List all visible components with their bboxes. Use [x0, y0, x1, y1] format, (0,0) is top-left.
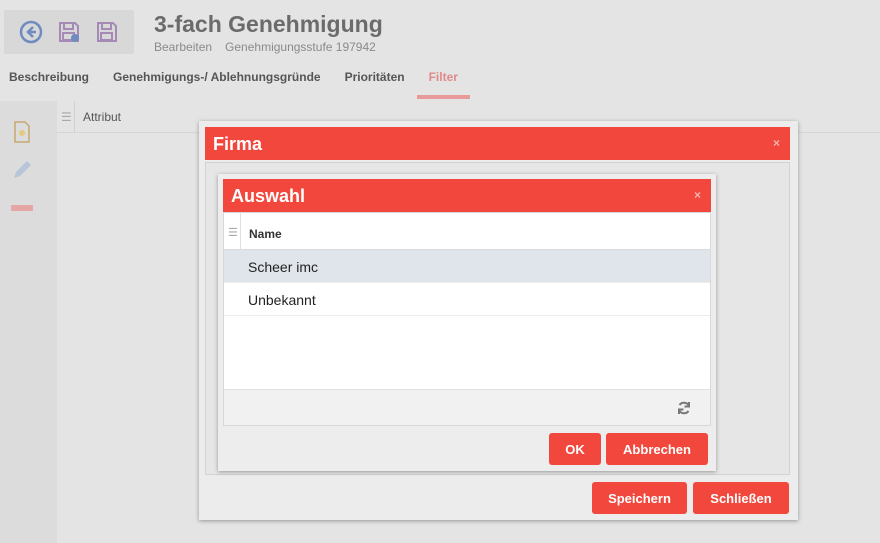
tab-gruende[interactable]: Genehmigungs-/ Ablehnungsgründe [101, 62, 333, 98]
save-icon[interactable] [94, 19, 120, 45]
new-document-icon[interactable] [10, 120, 34, 144]
column-attribut[interactable]: Attribut [83, 110, 121, 124]
list-header: ☰ Name [224, 213, 710, 250]
firma-dialog-header[interactable]: Firma × [205, 127, 790, 160]
auswahl-dialog: Auswahl × ☰ Name Scheer imc Unbekannt OK… [218, 174, 716, 471]
back-icon[interactable] [18, 19, 44, 45]
column-name[interactable]: Name [249, 227, 282, 241]
mode-label: Bearbeiten [154, 40, 213, 54]
ok-button[interactable]: OK [549, 433, 601, 465]
list-item[interactable]: Unbekannt [224, 283, 710, 316]
page-subtitle: Bearbeiten Genehmigungsstufe 197942 [154, 40, 376, 54]
close-icon[interactable]: × [694, 188, 701, 202]
firma-dialog-title: Firma [213, 134, 263, 154]
tab-filter[interactable]: Filter [416, 62, 471, 99]
edit-icon[interactable] [10, 158, 34, 182]
list-item[interactable]: Scheer imc [224, 250, 710, 283]
action-rail [0, 101, 57, 543]
auswahl-dialog-title: Auswahl [231, 186, 306, 206]
save-button[interactable]: Speichern [592, 482, 687, 514]
drag-handle-icon[interactable]: ☰ [61, 110, 72, 124]
close-button[interactable]: Schließen [693, 482, 789, 514]
save-as-icon[interactable] [56, 19, 82, 45]
list-footer [224, 389, 710, 425]
toolbar [4, 10, 134, 54]
auswahl-dialog-header[interactable]: Auswahl × [223, 179, 711, 212]
tab-bar: Beschreibung Genehmigungs-/ Ablehnungsgr… [0, 62, 471, 99]
close-icon[interactable]: × [773, 136, 780, 150]
remove-icon[interactable] [10, 196, 34, 220]
page-title: 3-fach Genehmigung [154, 11, 383, 37]
selection-list: ☰ Name Scheer imc Unbekannt [223, 212, 711, 426]
tab-prioritaeten[interactable]: Prioritäten [333, 62, 417, 98]
column-divider [74, 101, 75, 133]
record-label: Genehmigungsstufe 197942 [225, 40, 376, 54]
cancel-button[interactable]: Abbrechen [606, 433, 708, 465]
column-divider [240, 213, 241, 250]
drag-handle-icon[interactable]: ☰ [228, 226, 238, 239]
refresh-icon[interactable] [676, 400, 692, 416]
tab-beschreibung[interactable]: Beschreibung [0, 62, 101, 98]
